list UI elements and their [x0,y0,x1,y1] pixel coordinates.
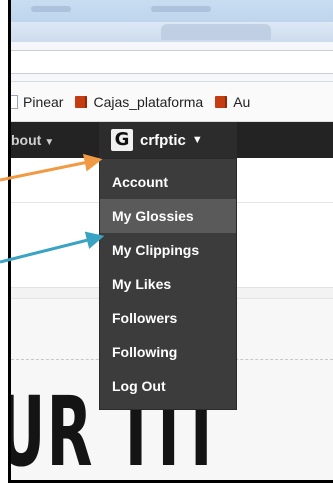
book-icon [215,95,228,108]
nav-about-label: bout [11,132,42,148]
title-bar [11,0,333,42]
nav-about[interactable]: bout ▼ [11,132,54,148]
bookmark-label: Pinear [23,93,64,110]
bookmarks-bar: Pinear Cajas_plataforma Au [11,82,333,122]
address-row [11,42,333,82]
bookmark-label: Cajas_plataforma [93,93,204,110]
menu-item-my-likes[interactable]: My Likes [100,267,236,301]
title-ghost [151,6,211,12]
menu-item-account[interactable]: Account [100,165,236,199]
book-icon [75,95,88,108]
site-nav: bout ▼ G crfptic ▼ [11,122,333,158]
menu-item-following[interactable]: Following [100,335,236,369]
menu-item-my-clippings[interactable]: My Clippings [100,233,236,267]
tab-strip [11,22,333,42]
chevron-down-icon: ▼ [191,134,203,146]
browser-tab[interactable] [161,24,271,40]
chevron-down-icon: ▼ [44,137,55,148]
username: crfptic [140,131,186,149]
bookmark-label: Au [233,93,251,110]
browser-window: Pinear Cajas_plataforma Au bout ▼ G crfpt… [8,0,333,483]
bookmark-cajas-plataforma[interactable]: Cajas_plataforma [75,94,203,110]
menu-item-log-out[interactable]: Log Out [100,369,236,403]
menu-item-my-glossies[interactable]: My Glossies [100,199,236,233]
bookmark-au[interactable]: Au [215,94,250,110]
bookmark-pinear[interactable]: Pinear [11,93,64,110]
menu-item-followers[interactable]: Followers [100,301,236,335]
site-logo-icon: G [111,129,133,151]
address-bar[interactable] [11,50,333,74]
user-dropdown-menu: Account My Glossies My Clippings My Like… [99,158,237,410]
page-icon [11,94,18,109]
user-menu-trigger[interactable]: G crfptic ▼ [99,122,237,158]
title-ghost [31,6,71,12]
